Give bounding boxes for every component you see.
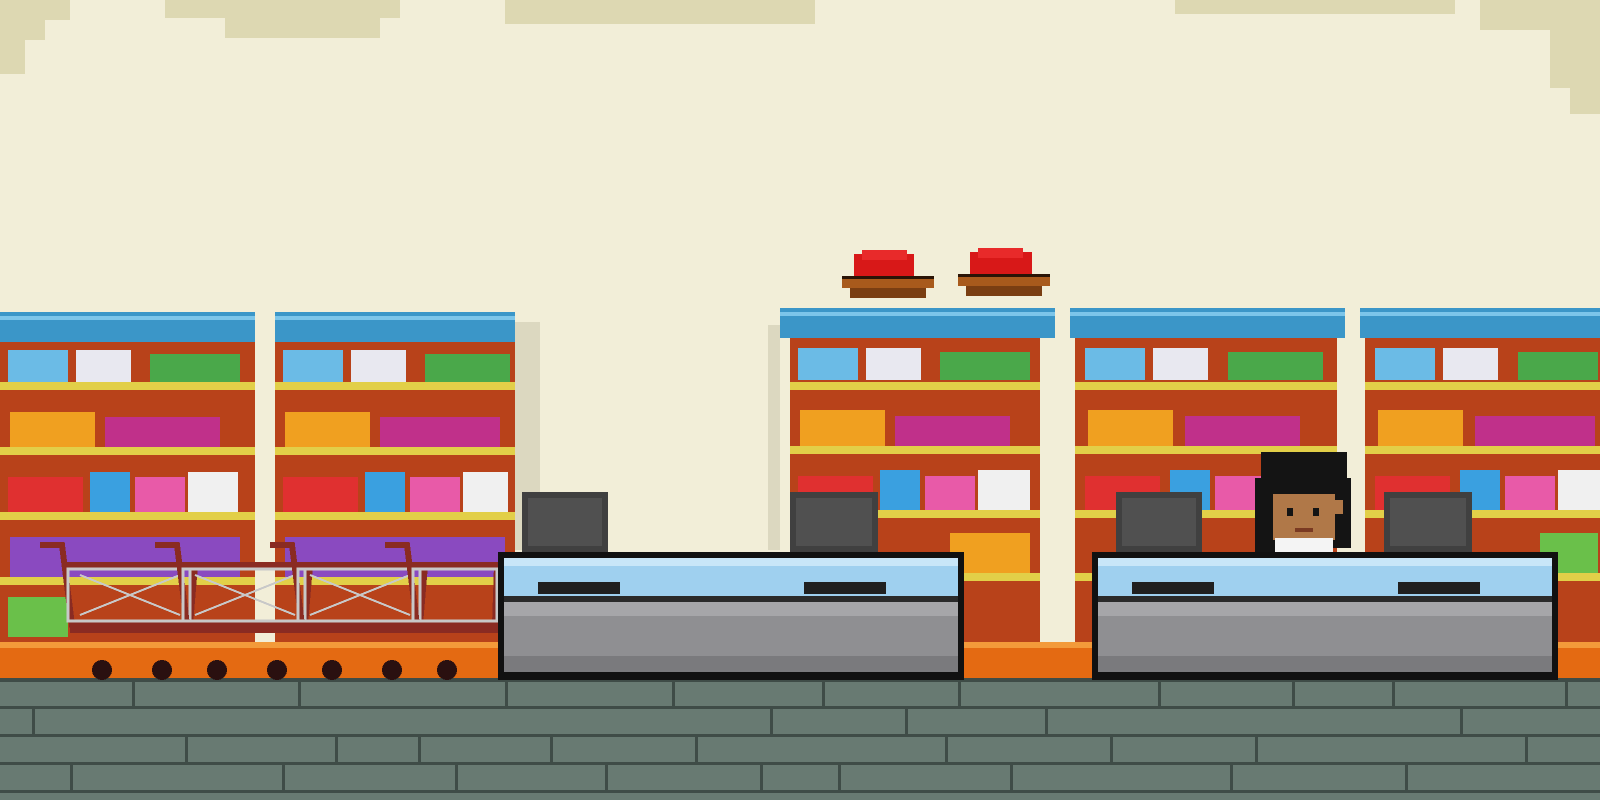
cashier-character[interactable] bbox=[1255, 452, 1351, 560]
wall-shadow bbox=[768, 325, 780, 550]
game-scene bbox=[0, 0, 1600, 800]
shelf-unit-1 bbox=[0, 312, 255, 660]
checkout-counter-1[interactable] bbox=[498, 552, 964, 680]
checkout-counter-2[interactable] bbox=[1092, 552, 1558, 680]
floor bbox=[0, 678, 1600, 800]
shelf-unit-2 bbox=[275, 312, 515, 660]
